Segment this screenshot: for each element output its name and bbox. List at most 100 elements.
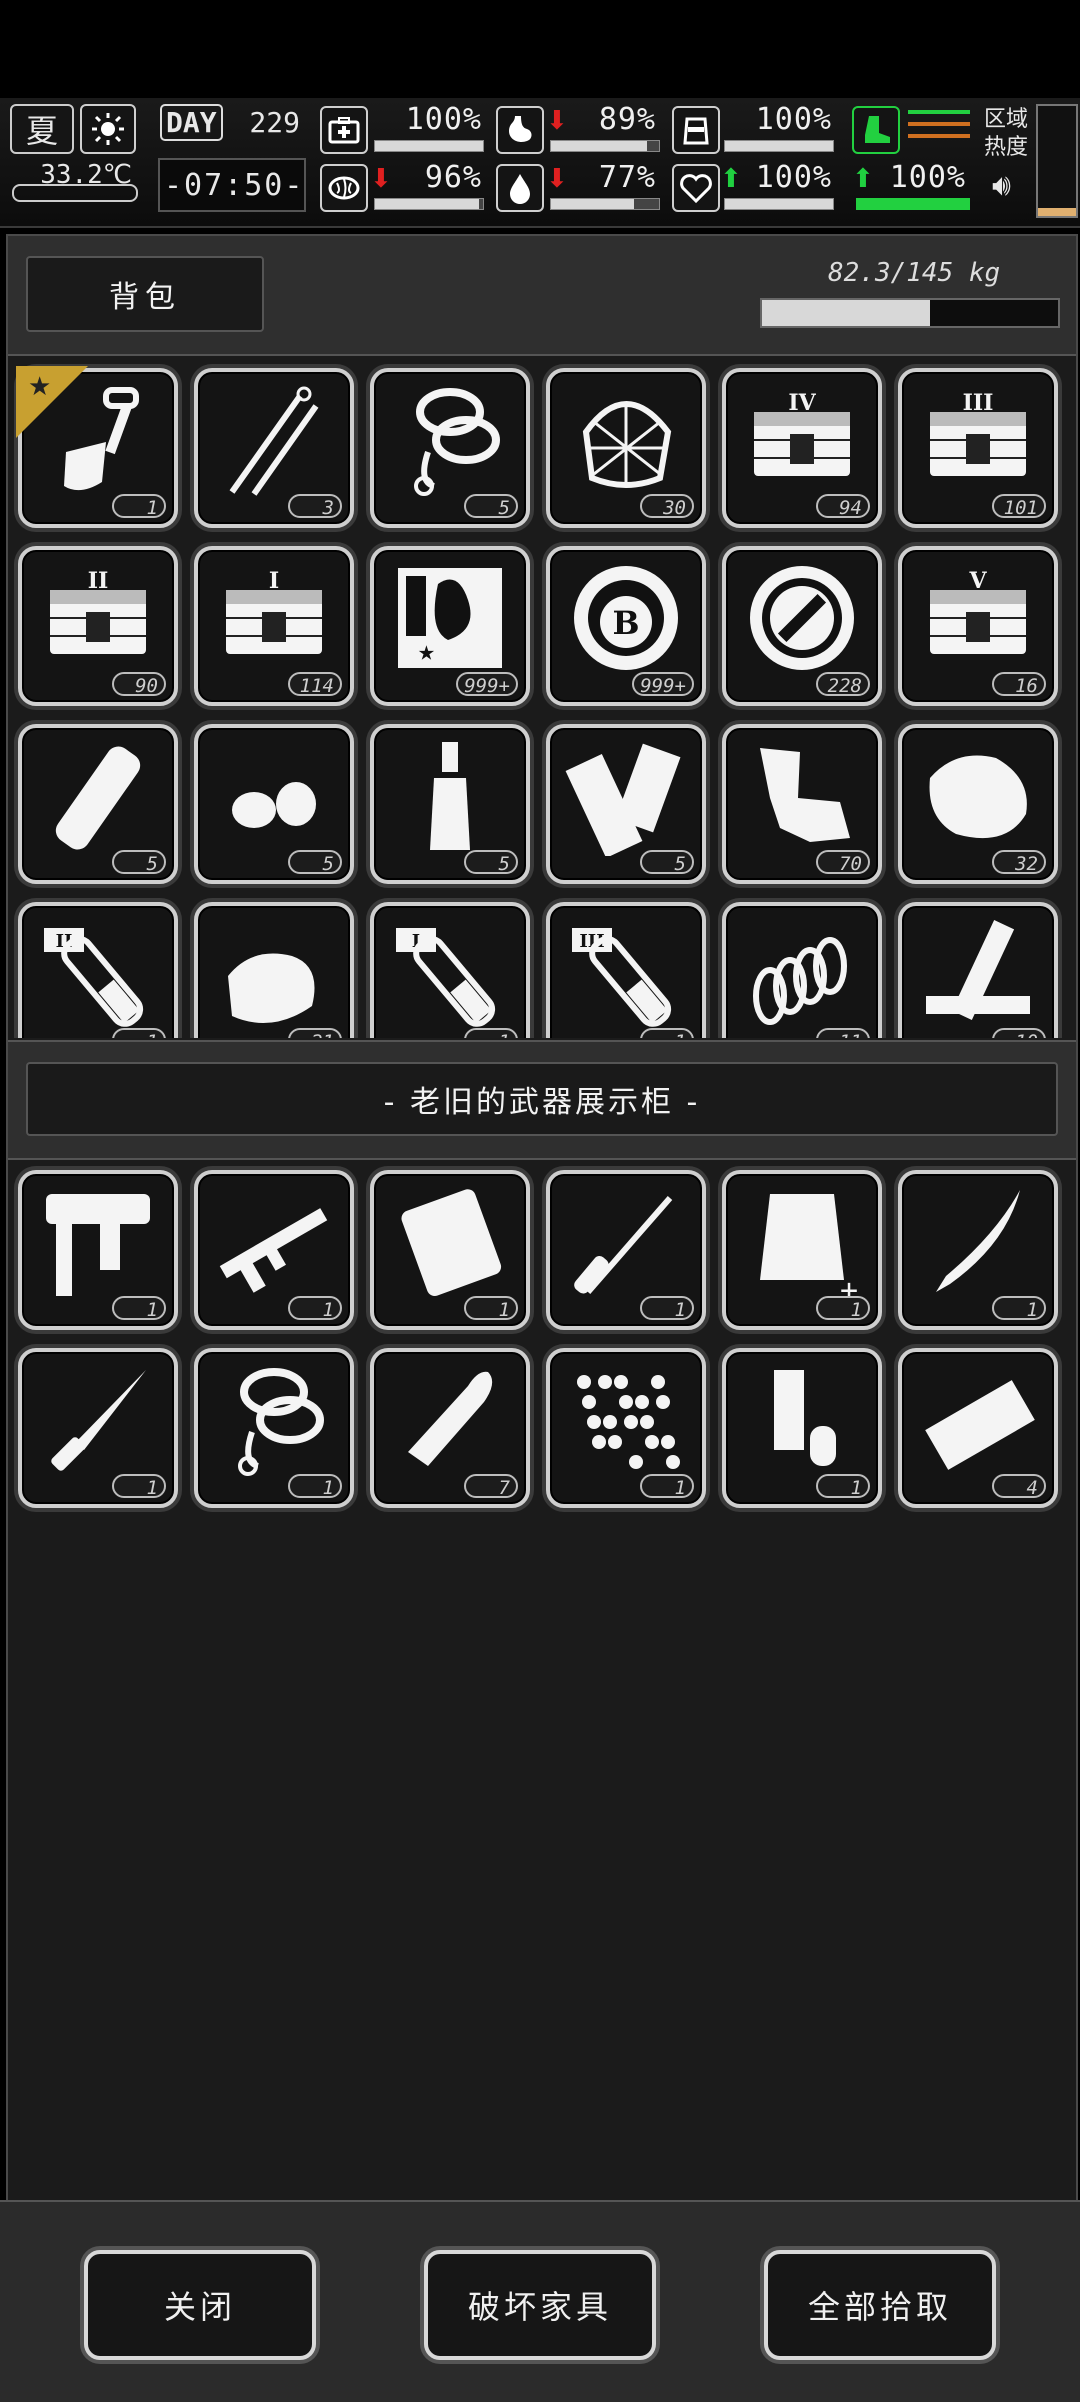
backpack-item-slot[interactable]: 5 bbox=[370, 724, 530, 884]
vial-ii-icon: II bbox=[44, 928, 144, 1027]
destroy-furniture-button[interactable]: 破坏家具 bbox=[424, 2250, 656, 2360]
take-all-button[interactable]: 全部拾取 bbox=[764, 2250, 996, 2360]
backpack-item-slot[interactable]: 10 bbox=[898, 902, 1058, 1038]
status-hud: 夏 33.2℃ DAY 229 -07:50- 100% ⬇ 89% 100% … bbox=[0, 98, 1080, 228]
backpack-item-slot[interactable]: ★ 999+ bbox=[370, 546, 530, 706]
backpack-item-slot[interactable]: 70 bbox=[722, 724, 882, 884]
tube-icon bbox=[774, 1370, 836, 1466]
svg-text:IV: IV bbox=[788, 390, 816, 416]
coin-b-icon: B bbox=[574, 566, 678, 670]
backpack-item-slot[interactable]: 5 bbox=[546, 724, 706, 884]
container-item-slot[interactable]: 1 bbox=[722, 1348, 882, 1508]
backpack-item-slot[interactable]: 228 bbox=[722, 546, 882, 706]
heart-icon bbox=[672, 164, 720, 212]
item-quantity: 94 bbox=[816, 494, 870, 519]
svg-text:★: ★ bbox=[418, 634, 435, 667]
vial-i-icon: I bbox=[396, 928, 496, 1027]
backpack-item-slot[interactable]: III 101 bbox=[898, 368, 1058, 528]
armor-value: 100% bbox=[755, 102, 832, 137]
item-quantity: 90 bbox=[112, 672, 166, 697]
container-title: - 老旧的武器展示柜 - bbox=[383, 1085, 701, 1120]
backpack-item-slot[interactable]: 5 bbox=[18, 724, 178, 884]
item-quantity: 1 bbox=[640, 1296, 694, 1321]
bottle-icon bbox=[430, 742, 470, 850]
svg-text:V: V bbox=[968, 568, 987, 594]
container-item-slot[interactable]: 1 bbox=[194, 1348, 354, 1508]
temperature-value: 33.2℃ bbox=[40, 160, 132, 190]
backpack-item-slot[interactable]: 5 bbox=[194, 724, 354, 884]
clock-value: -07:50- bbox=[164, 168, 305, 203]
container-item-slot[interactable]: 1 bbox=[18, 1170, 178, 1330]
backpack-item-slot[interactable]: 30 bbox=[546, 368, 706, 528]
cloth-icon bbox=[228, 953, 315, 1024]
container-item-slot[interactable]: 1 bbox=[370, 1170, 530, 1330]
close-button[interactable]: 关闭 bbox=[84, 2250, 316, 2360]
speaker-icon[interactable]: 🔊︎ bbox=[992, 168, 1011, 203]
bandage-roll-icon bbox=[55, 746, 141, 850]
meat-icon bbox=[929, 755, 1027, 839]
destroy-furniture-label: 破坏家具 bbox=[467, 2288, 612, 2326]
wrench-token-icon bbox=[750, 566, 854, 670]
backpack-item-slot[interactable]: 32 bbox=[898, 724, 1058, 884]
spring-icon bbox=[753, 937, 847, 1025]
weight-bar-fill bbox=[762, 300, 931, 326]
water-drop-icon bbox=[496, 164, 544, 212]
container-item-slot[interactable]: 4 bbox=[898, 1348, 1058, 1508]
thirst-bar-fill bbox=[551, 199, 635, 209]
container-item-slot[interactable]: 1 bbox=[194, 1170, 354, 1330]
stamina-lines bbox=[908, 110, 970, 138]
backpack-item-slot[interactable]: B 999+ bbox=[546, 546, 706, 706]
item-quantity: 1 bbox=[992, 1296, 1046, 1321]
thirst-bar bbox=[550, 198, 660, 210]
item-quantity: 1 bbox=[112, 1296, 166, 1321]
svg-text:III: III bbox=[963, 390, 994, 416]
item-quantity: 5 bbox=[464, 850, 518, 875]
backpack-item-slot[interactable]: II 1 bbox=[18, 902, 178, 1038]
backpack-item-slot[interactable]: I 1 bbox=[370, 902, 530, 1038]
container-item-slot[interactable]: +1 bbox=[722, 1170, 882, 1330]
day-number: 229 bbox=[249, 106, 300, 139]
inventory-panel: 背包 82.3/145 kg ★ 1 3 5 30 IV 94 III 101 II 90 I… bbox=[6, 234, 1078, 2204]
backpack-item-slot[interactable]: V 16 bbox=[898, 546, 1058, 706]
container-item-slot[interactable]: 1 bbox=[898, 1170, 1058, 1330]
item-quantity: 4 bbox=[992, 1474, 1046, 1499]
crate-i-icon: I bbox=[226, 568, 322, 654]
mood-value: 100% bbox=[755, 160, 832, 195]
boot-icon bbox=[852, 106, 900, 154]
zone-heat-fill bbox=[1038, 208, 1076, 216]
backpack-item-slot[interactable]: 11 bbox=[722, 902, 882, 1038]
container-item-slot[interactable]: 1 bbox=[18, 1348, 178, 1508]
item-quantity: 1 bbox=[640, 1028, 694, 1038]
svg-text:II: II bbox=[88, 568, 109, 594]
backpack-item-slot[interactable]: 3 bbox=[194, 368, 354, 528]
item-quantity: 999+ bbox=[456, 672, 518, 697]
zone-heat-label: 区域 热度 bbox=[984, 107, 1029, 160]
action-bar: 关闭 破坏家具 全部拾取 bbox=[0, 2200, 1080, 2402]
stamina-value: 100% bbox=[889, 160, 966, 195]
planks-icon bbox=[926, 920, 1030, 1020]
hunger-value: 89% bbox=[598, 102, 656, 137]
health-bar-fill bbox=[375, 141, 483, 151]
backpack-item-slot[interactable]: I 114 bbox=[194, 546, 354, 706]
backpack-item-slot[interactable]: 5 bbox=[370, 368, 530, 528]
backpack-item-slot[interactable]: II 90 bbox=[18, 546, 178, 706]
map-card-icon: ★ bbox=[398, 568, 502, 668]
backpack-tab[interactable]: 背包 bbox=[26, 256, 264, 332]
backpack-item-slot[interactable]: 21 bbox=[194, 902, 354, 1038]
backpack-item-slot[interactable]: III 1 bbox=[546, 902, 706, 1038]
backpack-item-slot[interactable]: IV 94 bbox=[722, 368, 882, 528]
item-quantity: 3 bbox=[288, 494, 342, 519]
vial-iii-icon: III bbox=[572, 928, 672, 1027]
item-quantity: 1 bbox=[288, 1474, 342, 1499]
container-item-slot[interactable]: 1 bbox=[546, 1170, 706, 1330]
item-quantity: 5 bbox=[464, 494, 518, 519]
mood-bar-fill bbox=[725, 199, 833, 209]
crate-iii-icon: III bbox=[930, 390, 1026, 476]
container-item-slot[interactable]: 7 bbox=[370, 1348, 530, 1508]
container-title-box: - 老旧的武器展示柜 - bbox=[26, 1062, 1058, 1136]
season-label: 夏 bbox=[25, 112, 58, 150]
backpack-item-slot[interactable]: ★ 1 bbox=[16, 366, 178, 528]
pellets-icon bbox=[577, 1375, 680, 1469]
container-item-slot[interactable]: 1 bbox=[546, 1348, 706, 1508]
machete-icon bbox=[936, 1190, 1020, 1292]
